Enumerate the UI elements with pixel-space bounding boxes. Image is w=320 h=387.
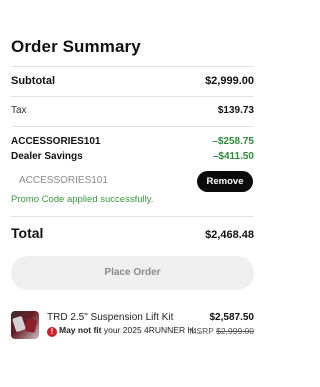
fitment-warning-text: your 2025 4RUNNER H...: [101, 325, 201, 335]
page-title: Order Summary: [11, 37, 141, 56]
divider: [11, 216, 254, 217]
item-name[interactable]: TRD 2.5" Suspension Lift Kit: [47, 312, 173, 323]
remove-promo-button[interactable]: Remove: [197, 171, 253, 192]
place-order-button[interactable]: Place Order: [11, 256, 254, 290]
subtotal-label: Subtotal: [11, 75, 55, 87]
fitment-warning-strong: May not fit: [59, 325, 102, 335]
dealer-savings-row: Dealer Savings –$411.50: [11, 151, 254, 162]
total-value: $2,468.48: [205, 229, 254, 241]
divider: [11, 66, 254, 67]
promo-discount-value: –$258.75: [212, 136, 254, 147]
msrp-value: $2,999.00: [216, 326, 254, 336]
dealer-savings-value: –$411.50: [212, 151, 254, 162]
total-row: Total $2,468.48: [11, 225, 254, 241]
msrp-label: MSRP: [189, 326, 217, 336]
dealer-savings-label: Dealer Savings: [11, 151, 83, 162]
cart-item: TRD 2.5" Suspension Lift Kit ! May not fi…: [11, 311, 254, 341]
fitment-warning: ! May not fit your 2025 4RUNNER H...: [47, 325, 201, 337]
item-msrp: MSRP $2,999.00: [189, 326, 254, 336]
promo-discount-row: ACCESSORIES101 –$258.75: [11, 136, 254, 147]
tax-row: Tax $139.73: [11, 105, 254, 116]
divider: [11, 96, 254, 97]
alert-circle-icon: !: [47, 327, 57, 337]
promo-code-label: ACCESSORIES101: [11, 136, 101, 147]
product-thumbnail[interactable]: [11, 311, 39, 339]
tax-value: $139.73: [217, 105, 254, 116]
promo-success-message: Promo Code applied successfully.: [11, 194, 154, 205]
subtotal-value: $2,999.00: [205, 75, 254, 87]
promo-code-input[interactable]: ACCESSORIES101: [11, 172, 194, 190]
total-label: Total: [11, 225, 44, 241]
divider: [11, 126, 254, 127]
tax-label: Tax: [11, 105, 27, 116]
subtotal-row: Subtotal $2,999.00: [11, 75, 254, 87]
item-price: $2,587.50: [209, 312, 255, 323]
